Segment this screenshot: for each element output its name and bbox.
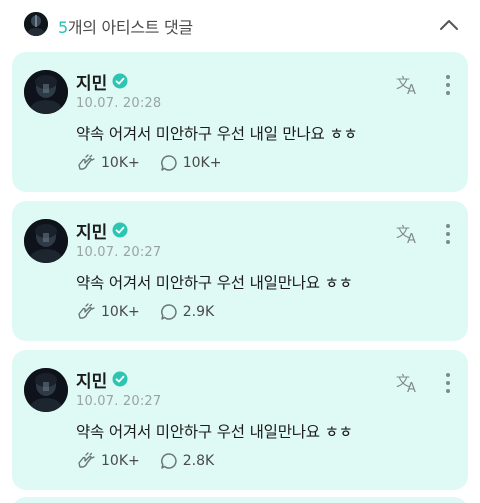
- verified-check-icon: [112, 371, 128, 387]
- svg-text:A: A: [407, 83, 416, 96]
- comment-text: 약속 어겨서 미안하구 우선 내일만나요 ㅎㅎ: [76, 274, 353, 292]
- avatar-image: [24, 70, 68, 114]
- like-button[interactable]: 10K+: [76, 451, 140, 471]
- like-hands-icon: [78, 452, 95, 468]
- verified-check-icon: [112, 222, 128, 238]
- header-title-text: 개의 아티스트 댓글: [67, 18, 193, 37]
- reply-count: 10K+: [182, 155, 222, 171]
- chevron-up-icon: [440, 20, 458, 30]
- like-hands-icon: [78, 303, 95, 319]
- author-row: 지민: [76, 218, 128, 243]
- artist-comment-count: 5: [58, 18, 68, 37]
- artist-comments-panel: 5개의 아티스트 댓글 지민 10.07. 20:28 文 A 약속 어겨서 미…: [0, 0, 480, 503]
- author-avatar[interactable]: [24, 219, 68, 263]
- translate-icon: 文 A: [396, 76, 416, 98]
- translate-button[interactable]: 文 A: [396, 74, 420, 98]
- reply-count: 2.9K: [182, 304, 215, 320]
- comment-card: 지민 10.07. 20:27 文 A 약속 어겨서 미안하구 우선 내일만나요…: [12, 350, 468, 490]
- more-vertical-icon: [446, 224, 450, 244]
- comment-bubble-icon: [160, 453, 177, 469]
- like-button[interactable]: 10K+: [76, 302, 140, 322]
- comment-actions: 10K+ 2.9K: [76, 301, 234, 323]
- more-options-button[interactable]: [438, 370, 458, 396]
- like-hands-icon: [78, 154, 95, 170]
- verified-check-icon: [112, 73, 128, 89]
- translate-icon: 文 A: [396, 374, 416, 396]
- more-options-button[interactable]: [438, 72, 458, 98]
- avatar-image: [24, 219, 68, 263]
- comment-date: 10.07. 20:27: [76, 245, 162, 260]
- comment-actions: 10K+ 2.8K: [76, 450, 234, 472]
- translate-button[interactable]: 文 A: [396, 372, 420, 396]
- more-options-button[interactable]: [438, 221, 458, 247]
- reply-button[interactable]: 2.9K: [160, 303, 214, 321]
- author-name[interactable]: 지민: [76, 367, 107, 392]
- reply-count: 2.8K: [182, 453, 215, 469]
- reply-button[interactable]: 2.8K: [160, 452, 214, 470]
- like-count: 10K+: [101, 453, 140, 469]
- translate-button[interactable]: 文 A: [396, 223, 420, 247]
- comment-text: 약속 어겨서 미안하구 우선 내일만나요 ㅎㅎ: [76, 423, 353, 441]
- comment-date: 10.07. 20:27: [76, 394, 162, 409]
- like-count: 10K+: [101, 304, 140, 320]
- author-avatar[interactable]: [24, 70, 68, 114]
- like-button[interactable]: 10K+: [76, 153, 140, 173]
- author-row: 지민: [76, 69, 128, 94]
- svg-text:A: A: [407, 232, 416, 245]
- author-avatar[interactable]: [24, 368, 68, 412]
- collapse-button[interactable]: [436, 12, 462, 38]
- comment-date: 10.07. 20:28: [76, 96, 162, 111]
- comment-card: 지민 10.07. 20:28 文 A 약속 어겨서 미안하구 우선 내일 만나…: [12, 52, 468, 192]
- author-name[interactable]: 지민: [76, 218, 107, 243]
- more-vertical-icon: [446, 373, 450, 393]
- translate-icon: 文 A: [396, 225, 416, 247]
- header-avatar: [24, 12, 48, 36]
- comments-header: 5개의 아티스트 댓글: [0, 0, 480, 50]
- svg-text:A: A: [407, 381, 416, 394]
- comment-bubble-icon: [160, 155, 177, 171]
- avatar-image: [24, 368, 68, 412]
- comment-card: 지민 10.07. 20:27 文 A 약속 어겨서 미안하구 우선 내일만나요…: [12, 201, 468, 341]
- reply-button[interactable]: 10K+: [160, 154, 222, 172]
- author-name[interactable]: 지민: [76, 69, 107, 94]
- author-row: 지민: [76, 367, 128, 392]
- next-comment-card: [12, 497, 468, 503]
- more-vertical-icon: [446, 75, 450, 95]
- header-title: 5개의 아티스트 댓글: [58, 14, 193, 38]
- comment-text: 약속 어겨서 미안하구 우선 내일 만나요 ㅎㅎ: [76, 125, 358, 143]
- comment-actions: 10K+ 10K+: [76, 152, 241, 174]
- comment-bubble-icon: [160, 304, 177, 320]
- like-count: 10K+: [101, 155, 140, 171]
- avatar-image: [24, 12, 48, 36]
